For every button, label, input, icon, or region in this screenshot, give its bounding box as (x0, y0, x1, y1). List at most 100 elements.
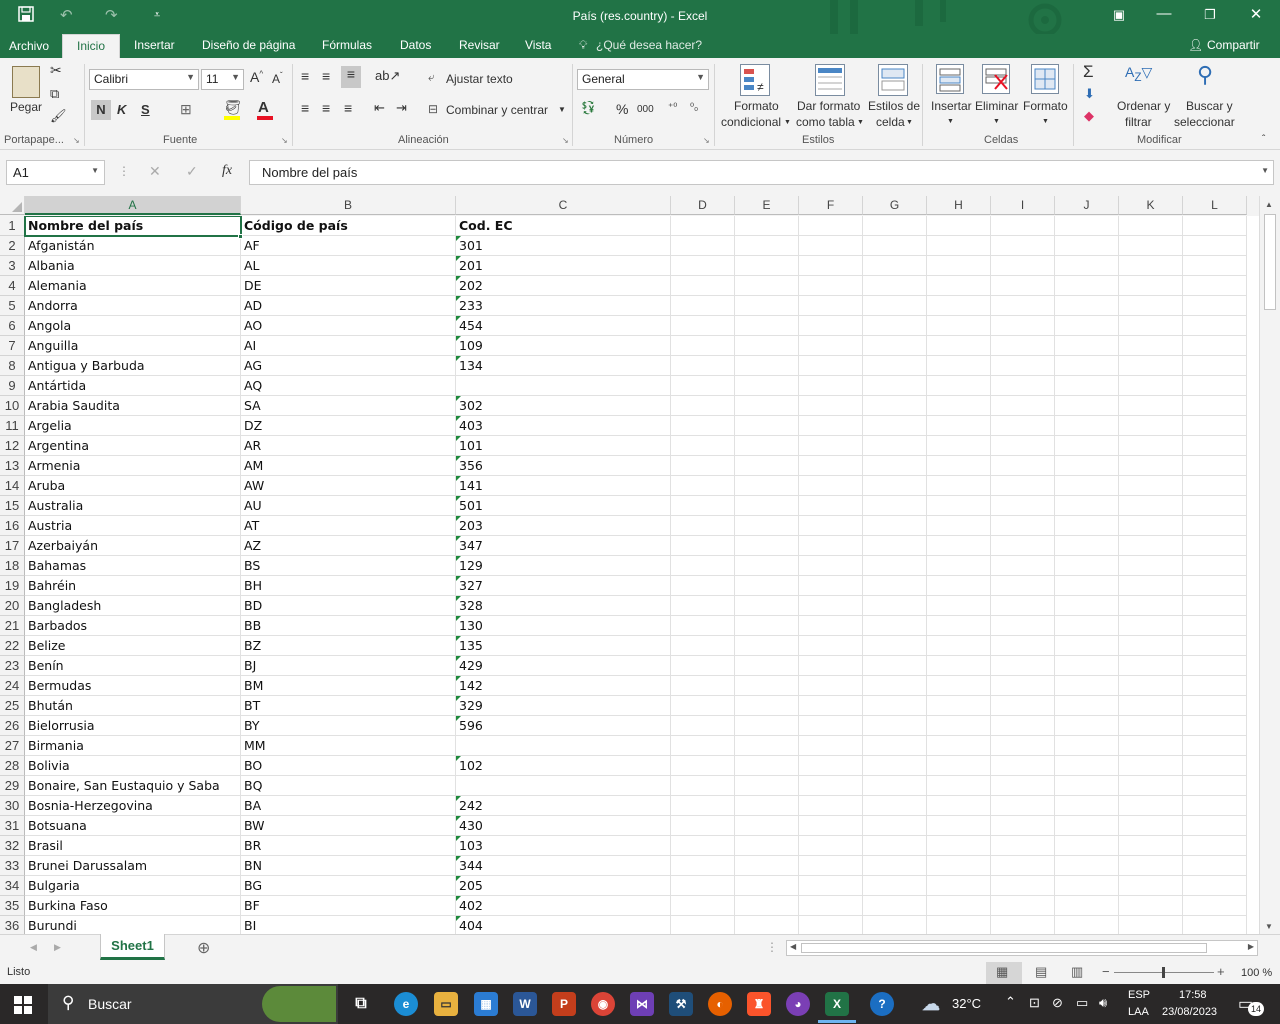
cell[interactable] (1055, 236, 1119, 256)
cell[interactable] (1119, 796, 1183, 816)
cell[interactable] (1119, 316, 1183, 336)
ec-code-cell[interactable]: 301 (456, 236, 671, 256)
scroll-right-icon[interactable]: ▶ (1248, 942, 1254, 951)
cell[interactable] (799, 796, 863, 816)
cell[interactable] (927, 276, 991, 296)
format-as-table-icon[interactable] (815, 64, 845, 96)
cell[interactable] (927, 816, 991, 836)
cell[interactable] (863, 256, 927, 276)
brave-icon[interactable]: ♜ (747, 992, 771, 1016)
cell[interactable] (735, 716, 799, 736)
country-name-cell[interactable]: Bhután (25, 696, 241, 716)
row-header[interactable]: 16 (0, 516, 25, 536)
cell[interactable] (1183, 696, 1247, 716)
insert-function-icon[interactable]: fx (222, 163, 232, 179)
cell[interactable] (863, 696, 927, 716)
ec-code-cell[interactable]: 501 (456, 496, 671, 516)
tray-chevron-icon[interactable]: ⌃ (1005, 994, 1016, 1010)
cell[interactable] (927, 876, 991, 896)
cell[interactable] (735, 456, 799, 476)
country-name-cell[interactable]: Bulgaria (25, 876, 241, 896)
country-name-cell[interactable]: Antigua y Barbuda (25, 356, 241, 376)
cell[interactable] (863, 896, 927, 916)
country-name-cell[interactable]: Burkina Faso (25, 896, 241, 916)
task-view-icon[interactable]: ⧉ (349, 992, 373, 1016)
ec-code-cell[interactable]: 344 (456, 856, 671, 876)
country-name-cell[interactable]: Bonaire, San Eustaquio y Saba (25, 776, 241, 796)
prev-sheet-icon[interactable]: ◀ (30, 942, 37, 953)
country-name-cell[interactable]: Brunei Darussalam (25, 856, 241, 876)
cell[interactable] (799, 756, 863, 776)
decrease-decimal-icon[interactable]: ⁰₀ (690, 102, 698, 113)
cell[interactable] (1183, 476, 1247, 496)
cell[interactable] (1119, 476, 1183, 496)
country-code-cell[interactable]: AO (241, 316, 456, 336)
cell[interactable] (671, 676, 735, 696)
cell[interactable] (863, 556, 927, 576)
cell[interactable] (671, 356, 735, 376)
cell[interactable] (1055, 276, 1119, 296)
format-cells-label[interactable]: Formato (1023, 99, 1068, 113)
country-name-cell[interactable]: Argelia (25, 416, 241, 436)
cell[interactable] (1055, 796, 1119, 816)
cell[interactable] (735, 536, 799, 556)
cell[interactable] (1055, 736, 1119, 756)
increase-decimal-icon[interactable]: ⁺⁰ (668, 102, 677, 113)
row-header[interactable]: 9 (0, 376, 25, 396)
cell[interactable] (927, 756, 991, 776)
ec-code-cell[interactable]: 201 (456, 256, 671, 276)
conditional-format-label-2[interactable]: condicional (721, 115, 781, 129)
row-header[interactable]: 30 (0, 796, 25, 816)
enter-icon[interactable]: ✓ (186, 163, 198, 180)
cell[interactable] (927, 796, 991, 816)
cell[interactable] (991, 876, 1055, 896)
cell[interactable] (1119, 516, 1183, 536)
cell[interactable] (1119, 496, 1183, 516)
cell[interactable] (927, 836, 991, 856)
cell[interactable] (991, 916, 1055, 934)
column-header[interactable]: B (241, 196, 456, 215)
cell[interactable] (1183, 536, 1247, 556)
row-header[interactable]: 10 (0, 396, 25, 416)
ec-code-cell[interactable]: 404 (456, 916, 671, 934)
cell[interactable] (991, 476, 1055, 496)
increase-indent-icon[interactable]: ⇥ (396, 100, 407, 116)
cell[interactable] (1119, 716, 1183, 736)
country-code-cell[interactable]: BH (241, 576, 456, 596)
cell[interactable] (1055, 876, 1119, 896)
clipboard-launcher-icon[interactable]: ↘ (73, 136, 80, 145)
cell[interactable] (799, 776, 863, 796)
cell[interactable] (671, 496, 735, 516)
cell[interactable] (1119, 356, 1183, 376)
cell[interactable] (863, 676, 927, 696)
cell[interactable] (927, 636, 991, 656)
ec-code-cell[interactable]: 130 (456, 616, 671, 636)
next-sheet-icon[interactable]: ▶ (54, 942, 61, 953)
row-header[interactable]: 18 (0, 556, 25, 576)
ec-code-cell[interactable]: 103 (456, 836, 671, 856)
cell[interactable] (671, 636, 735, 656)
cell[interactable] (1119, 396, 1183, 416)
cell[interactable] (991, 596, 1055, 616)
cell[interactable] (799, 696, 863, 716)
cell[interactable] (1119, 656, 1183, 676)
cell[interactable] (1055, 836, 1119, 856)
cell[interactable] (671, 536, 735, 556)
cell[interactable] (991, 556, 1055, 576)
cell[interactable] (735, 736, 799, 756)
search-icon[interactable]: ⚲ (1197, 62, 1213, 88)
country-name-cell[interactable]: Austria (25, 516, 241, 536)
sort-filter-icon[interactable]: AZ▽ (1125, 64, 1152, 84)
country-code-cell[interactable]: SA (241, 396, 456, 416)
merge-center-button[interactable]: Combinar y centrar (446, 103, 548, 117)
cell[interactable] (1055, 756, 1119, 776)
cell[interactable] (991, 396, 1055, 416)
cell[interactable] (1183, 576, 1247, 596)
tab-revisar[interactable]: Revisar (459, 38, 500, 52)
cell[interactable] (735, 396, 799, 416)
country-code-cell[interactable]: BZ (241, 636, 456, 656)
country-code-cell[interactable]: AD (241, 296, 456, 316)
scroll-up-icon[interactable]: ▲ (1265, 200, 1273, 209)
cell-styles-label-1[interactable]: Estilos de (868, 99, 920, 113)
cell[interactable] (927, 616, 991, 636)
